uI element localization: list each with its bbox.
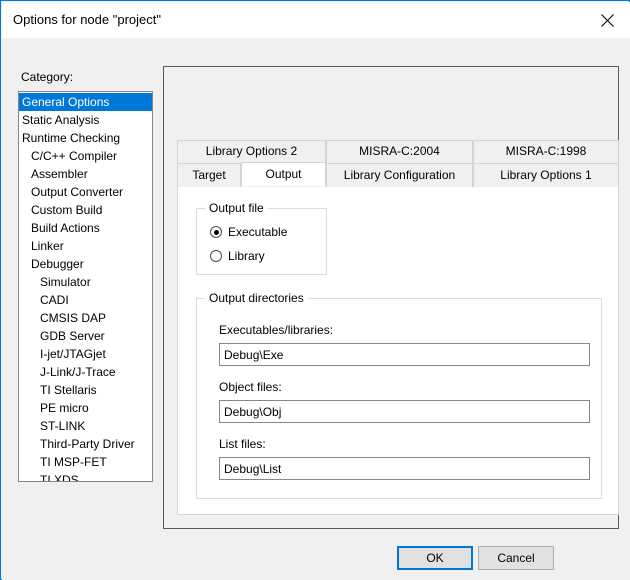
- category-item[interactable]: ST-LINK: [19, 417, 152, 435]
- category-item[interactable]: Simulator: [19, 273, 152, 291]
- tab-target[interactable]: Target: [177, 163, 241, 187]
- category-item-label: Third-Party Driver: [40, 437, 135, 451]
- tab-library-options-1[interactable]: Library Options 1: [473, 163, 619, 187]
- tab-output[interactable]: Output: [241, 162, 326, 186]
- category-item-label: General Options: [22, 95, 110, 109]
- category-listbox[interactable]: General Options Static Analysis Runtime Ch…: [18, 91, 153, 482]
- field-label: Object files:: [219, 380, 282, 394]
- category-item-label: ST-LINK: [40, 419, 86, 433]
- category-item[interactable]: Build Actions: [19, 219, 152, 237]
- tab-panel-output: Output file Executable Library Output dir…: [177, 187, 619, 515]
- cancel-button[interactable]: Cancel: [478, 546, 554, 570]
- radio-label: Library: [228, 249, 265, 263]
- close-icon[interactable]: [585, 2, 630, 38]
- output-directories-group-title: Output directories: [205, 291, 308, 305]
- dialog-titlebar: Options for node "project": [2, 2, 630, 38]
- tab-misra-c-1998[interactable]: MISRA-C:1998: [473, 140, 619, 163]
- category-item-label: J-Link/J-Trace: [40, 365, 116, 379]
- category-item-label: PE micro: [40, 401, 89, 415]
- category-item-label: Simulator: [40, 275, 91, 289]
- output-file-group: Output file Executable Library: [196, 201, 327, 275]
- directory-input[interactable]: [219, 457, 590, 480]
- category-item[interactable]: TI XDS: [19, 471, 152, 482]
- ok-button[interactable]: OK: [397, 546, 473, 570]
- category-item-label: Runtime Checking: [22, 131, 121, 145]
- output-directories-group: Output directories Executables/libraries…: [196, 291, 602, 499]
- tab-bar: Library Options 2 MISRA-C:2004 MISRA-C:199…: [177, 140, 619, 187]
- tab-library-options-2[interactable]: Library Options 2: [177, 140, 326, 163]
- dialog-title: Options for node "project": [13, 12, 161, 27]
- category-item-label: Custom Build: [31, 203, 103, 217]
- field-label: Executables/libraries:: [219, 323, 334, 337]
- category-item[interactable]: GDB Server: [19, 327, 152, 345]
- radio-indicator-icon: [210, 250, 222, 262]
- radio-indicator-icon: [210, 226, 222, 238]
- field-label: List files:: [219, 437, 266, 451]
- radio-label: Executable: [228, 225, 288, 239]
- category-item-label: Debugger: [31, 257, 84, 271]
- category-item-label: C/C++ Compiler: [31, 149, 118, 163]
- category-item[interactable]: Runtime Checking: [19, 129, 152, 147]
- category-item-label: Linker: [31, 239, 64, 253]
- category-item[interactable]: CADI: [19, 291, 152, 309]
- options-dialog: Options for node "project" Category: Gen…: [0, 0, 630, 580]
- tab-row-bottom: Target Output Library Configuration Library…: [177, 162, 619, 187]
- directory-input[interactable]: [219, 343, 590, 366]
- category-item[interactable]: Debugger: [19, 255, 152, 273]
- category-item[interactable]: CMSIS DAP: [19, 309, 152, 327]
- tab-row-top: Library Options 2 MISRA-C:2004 MISRA-C:199…: [177, 140, 619, 163]
- category-item-label: TI Stellaris: [40, 383, 97, 397]
- category-item[interactable]: Custom Build: [19, 201, 152, 219]
- category-item-label: TI MSP-FET: [40, 455, 107, 469]
- category-item[interactable]: Static Analysis: [19, 111, 152, 129]
- category-item-label: Static Analysis: [22, 113, 100, 127]
- category-item-label: CMSIS DAP: [40, 311, 107, 325]
- category-item-label: Assembler: [31, 167, 88, 181]
- category-item[interactable]: Linker: [19, 237, 152, 255]
- category-item[interactable]: Assembler: [19, 165, 152, 183]
- category-label: Category:: [21, 70, 74, 84]
- tab-misra-c-2004[interactable]: MISRA-C:2004: [326, 140, 473, 163]
- output-file-group-title: Output file: [205, 201, 268, 215]
- category-item[interactable]: TI Stellaris: [19, 381, 152, 399]
- category-item[interactable]: Third-Party Driver: [19, 435, 152, 453]
- category-item-label: GDB Server: [40, 329, 105, 343]
- category-item-label: I-jet/JTAGjet: [40, 347, 106, 361]
- category-item[interactable]: I-jet/JTAGjet: [19, 345, 152, 363]
- category-item[interactable]: Output Converter: [19, 183, 152, 201]
- tab-library-configuration[interactable]: Library Configuration: [326, 163, 473, 187]
- category-item[interactable]: TI MSP-FET: [19, 453, 152, 471]
- category-item[interactable]: PE micro: [19, 399, 152, 417]
- category-item-label: CADI: [40, 293, 69, 307]
- category-item-label: Build Actions: [31, 221, 100, 235]
- category-item-label: TI XDS: [40, 473, 79, 482]
- category-item-label: Output Converter: [31, 185, 124, 199]
- category-item[interactable]: J-Link/J-Trace: [19, 363, 152, 381]
- category-item[interactable]: C/C++ Compiler: [19, 147, 152, 165]
- category-item[interactable]: General Options: [19, 93, 152, 111]
- directory-input[interactable]: [219, 400, 590, 423]
